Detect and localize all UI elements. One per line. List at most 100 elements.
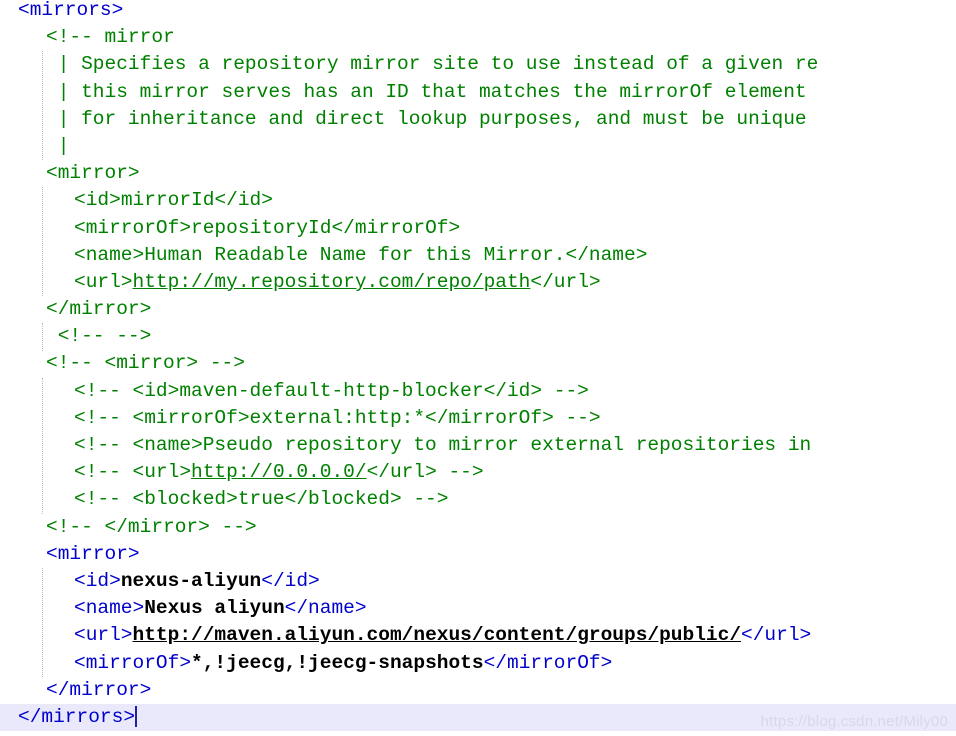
code-line-text: <!-- <name>Pseudo repository to mirror e… xyxy=(68,432,811,459)
code-line-text: <name>Human Readable Name for this Mirro… xyxy=(68,242,647,269)
code-line[interactable]: <mirrorOf>repositoryId</mirrorOf> xyxy=(0,215,956,242)
code-line-text: <!-- </mirror> --> xyxy=(40,514,257,541)
code-line[interactable]: <!-- <mirrorOf>external:http:*</mirrorOf… xyxy=(0,405,956,432)
code-line-text: | this mirror serves has an ID that matc… xyxy=(40,79,818,106)
code-line-text: <!-- mirror xyxy=(40,24,175,51)
token-tag-green: </name> xyxy=(565,243,648,266)
token-tag-green: <mirrorOf> xyxy=(74,216,192,239)
token-comment: | this mirror serves has an ID that matc… xyxy=(46,80,819,103)
code-line-text: | Specifies a repository mirror site to … xyxy=(40,51,819,78)
code-line-text: </mirror> xyxy=(40,296,151,323)
code-line-text: <!-- <mirror> --> xyxy=(40,350,245,377)
token-tag-green: <name> xyxy=(74,243,145,266)
code-line-text: <url>http://my.repository.com/repo/path<… xyxy=(68,269,601,296)
token-url-green: http://0.0.0.0/ xyxy=(191,461,367,484)
token-tag: </mirror> xyxy=(46,678,152,701)
token-value: nexus-aliyun xyxy=(120,569,262,592)
token-comment: mirrorId xyxy=(120,189,215,212)
token-comment: <!-- <name>Pseudo repository to mirror e… xyxy=(74,434,812,456)
token-comment: <!-- <url> xyxy=(74,461,192,484)
token-tag: <id> xyxy=(74,569,121,592)
token-tag-green: <url> xyxy=(74,270,133,293)
code-line[interactable]: <!-- <blocked>true</blocked> --> xyxy=(0,486,956,513)
code-line[interactable]: <id>mirrorId</id> xyxy=(0,187,956,214)
code-line-text: <mirror> xyxy=(40,160,140,187)
token-tag: <url> xyxy=(74,624,133,647)
token-url-value: http://maven.aliyun.com/nexus/content/gr… xyxy=(132,624,742,647)
token-value: Nexus aliyun xyxy=(144,597,285,620)
code-line-text: <name>Nexus aliyun</name> xyxy=(68,595,367,622)
token-tag-green: <id> xyxy=(74,189,121,212)
code-line[interactable]: <name>Nexus aliyun</name> xyxy=(0,595,956,622)
code-line[interactable]: <!-- <id>maven-default-http-blocker</id>… xyxy=(0,378,956,405)
text-caret xyxy=(135,705,138,728)
token-tag: </url> xyxy=(741,624,812,647)
code-line[interactable]: <url>http://maven.aliyun.com/nexus/conte… xyxy=(0,622,956,649)
code-line-text: <!-- --> xyxy=(40,323,152,350)
code-line[interactable]: <!-- <mirror> --> xyxy=(0,350,956,377)
token-tag: <mirrorOf> xyxy=(74,651,192,674)
code-line-text: <mirrorOf>*,!jeecg,!jeecg-snapshots</mir… xyxy=(68,650,612,677)
code-line[interactable]: <!-- <name>Pseudo repository to mirror e… xyxy=(0,432,956,459)
code-line-text: <id>nexus-aliyun</id> xyxy=(68,568,320,595)
token-url-green: http://my.repository.com/repo/path xyxy=(132,270,531,293)
code-line[interactable]: <name>Human Readable Name for this Mirro… xyxy=(0,242,956,269)
token-comment: Human Readable Name for this Mirror. xyxy=(144,243,566,266)
token-tag-green: </url> xyxy=(530,270,601,293)
token-tag: <mirror> xyxy=(46,542,140,565)
token-comment: <!-- --> xyxy=(46,325,152,348)
token-tag: </name> xyxy=(284,597,367,620)
token-comment: </url> --> xyxy=(366,461,484,484)
token-tag: </id> xyxy=(261,569,320,592)
token-tag-green: </id> xyxy=(214,189,273,212)
code-lines[interactable]: <mirrors> <!-- mirror | Specifies a repos… xyxy=(0,0,956,732)
token-tag: <mirrors> xyxy=(18,0,124,21)
code-line[interactable]: | Specifies a repository mirror site to … xyxy=(0,51,956,78)
code-line-text: | for inheritance and direct lookup purp… xyxy=(40,106,818,133)
code-line-text: <!-- <url>http://0.0.0.0/</url> --> xyxy=(68,459,484,486)
token-comment: <!-- <mirrorOf>external:http:*</mirrorOf… xyxy=(74,406,601,429)
code-line-text: <id>mirrorId</id> xyxy=(68,187,273,214)
code-line[interactable]: <mirrors> xyxy=(0,0,956,24)
token-comment: repositoryId xyxy=(191,216,332,239)
token-tag-green: </mirrorOf> xyxy=(331,216,461,239)
code-line-text: <!-- <mirrorOf>external:http:*</mirrorOf… xyxy=(68,405,601,432)
code-line[interactable]: <url>http://my.repository.com/repo/path<… xyxy=(0,269,956,296)
code-line[interactable]: <!-- <url>http://0.0.0.0/</url> --> xyxy=(0,459,956,486)
token-comment: <!-- <id>maven-default-http-blocker</id>… xyxy=(74,379,589,402)
code-line[interactable]: </mirror> xyxy=(0,296,956,323)
token-tag-green: </mirror> xyxy=(46,298,152,321)
token-tag: <name> xyxy=(74,597,145,620)
code-line[interactable]: <!-- mirror xyxy=(0,24,956,51)
code-line-text: | xyxy=(40,133,70,160)
token-comment: <!-- <blocked>true</blocked> --> xyxy=(74,488,449,511)
code-line[interactable]: </mirror> xyxy=(0,677,956,704)
code-line[interactable]: | this mirror serves has an ID that matc… xyxy=(0,79,956,106)
code-line[interactable]: <mirror> xyxy=(0,160,956,187)
token-tag-green: <mirror> xyxy=(46,162,140,185)
token-tag: </mirrors> xyxy=(18,705,136,728)
xml-code-editor[interactable]: <mirrors> <!-- mirror | Specifies a repos… xyxy=(0,0,956,736)
code-line-text: <!-- <blocked>true</blocked> --> xyxy=(68,486,448,513)
code-line-text: <url>http://maven.aliyun.com/nexus/conte… xyxy=(68,622,811,649)
token-tag: </mirrorOf> xyxy=(483,651,613,674)
token-comment: <!-- mirror xyxy=(46,26,175,49)
code-line[interactable]: </mirrors> xyxy=(0,703,956,732)
code-line-text: <mirror> xyxy=(40,541,140,568)
token-comment: | for inheritance and direct lookup purp… xyxy=(46,107,819,130)
code-line[interactable]: <mirror> xyxy=(0,541,956,568)
token-value: *,!jeecg,!jeecg-snapshots xyxy=(191,651,484,674)
code-line-text: <!-- <id>maven-default-http-blocker</id>… xyxy=(68,378,589,405)
code-line[interactable]: <!-- </mirror> --> xyxy=(0,514,956,541)
code-line[interactable]: <mirrorOf>*,!jeecg,!jeecg-snapshots</mir… xyxy=(0,650,956,677)
token-comment: | Specifies a repository mirror site to … xyxy=(46,53,819,76)
code-line[interactable]: <id>nexus-aliyun</id> xyxy=(0,568,956,595)
code-line[interactable]: | for inheritance and direct lookup purp… xyxy=(0,106,956,133)
token-comment: <!-- <mirror> --> xyxy=(46,352,245,375)
code-line-text: <mirrors> xyxy=(12,0,123,24)
code-line-text: <mirrorOf>repositoryId</mirrorOf> xyxy=(68,215,460,242)
code-line[interactable]: | xyxy=(0,133,956,160)
code-line-text: </mirror> xyxy=(40,677,151,704)
token-comment: | xyxy=(46,134,70,157)
code-line[interactable]: <!-- --> xyxy=(0,323,956,350)
